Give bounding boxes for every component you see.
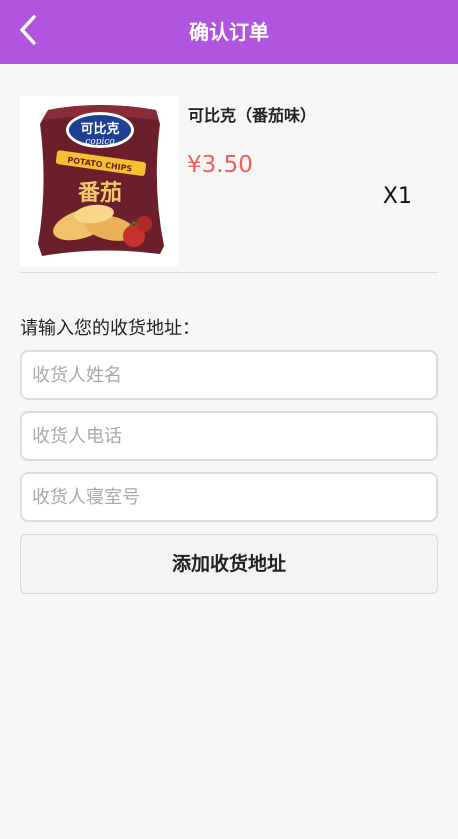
- receiver-name-input[interactable]: [20, 350, 438, 400]
- page-title: 确认订单: [189, 20, 269, 44]
- receiver-phone-input[interactable]: [20, 411, 438, 461]
- product-image: 可比克 copico POTATO CHIPS 番茄: [20, 96, 178, 266]
- product-image-flavor: 番茄: [77, 181, 122, 206]
- divider: [20, 272, 438, 273]
- add-address-button[interactable]: 添加收货地址: [20, 534, 438, 594]
- product-image-brand: 可比克: [80, 121, 119, 137]
- product-quantity: X1: [382, 184, 412, 209]
- address-section-label: 请输入您的收货地址：: [20, 318, 200, 339]
- order-product-item: 可比克 copico POTATO CHIPS 番茄 可比克（番茄味） ¥3.5…: [20, 96, 438, 272]
- product-image-brand-en: copico: [85, 137, 115, 147]
- product-name: 可比克（番茄味）: [188, 106, 317, 125]
- product-price: ¥3.50: [187, 152, 253, 178]
- header-bar: 确认订单: [0, 0, 458, 64]
- receiver-dorm-input[interactable]: [20, 472, 438, 522]
